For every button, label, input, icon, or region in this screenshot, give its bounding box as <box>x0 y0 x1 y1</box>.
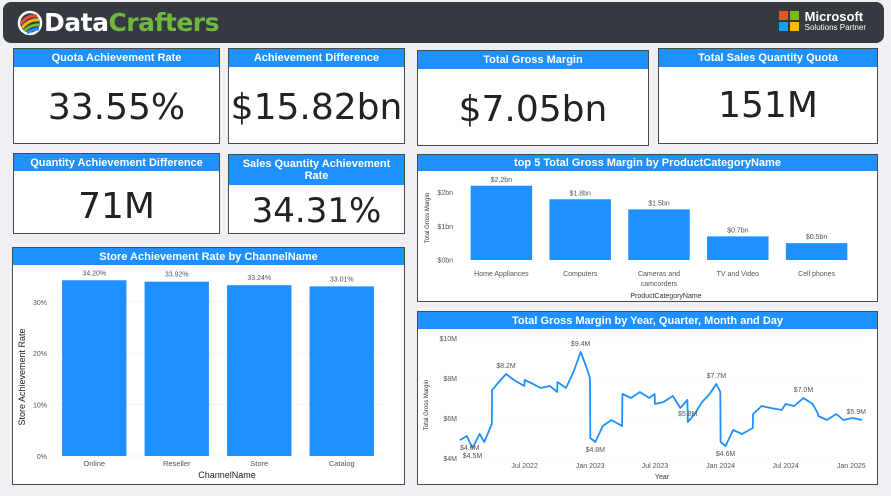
gross-margin-line[interactable] <box>459 351 863 449</box>
y-axis-label: Total Gross Margin <box>425 193 431 243</box>
kpi-value: 151M <box>718 85 818 126</box>
kpi-value: 34.31% <box>251 191 382 231</box>
chart-title: Total Gross Margin by Year, Quarter, Mon… <box>418 312 877 329</box>
kpi-value: 33.55% <box>47 87 186 128</box>
bar-online[interactable] <box>62 280 127 456</box>
x-tick-label: Jul 2023 <box>642 463 669 470</box>
bar-cell-phones[interactable] <box>785 243 848 260</box>
datacrafters-logo: Data Crafters <box>17 9 219 37</box>
x-tick-label: Catalog <box>329 459 355 468</box>
kpi-title: Achievement Difference <box>229 49 404 67</box>
data-label: $4.6M <box>460 445 480 452</box>
data-label: 33.01% <box>330 276 354 283</box>
y-tick-label: $8M <box>443 376 457 383</box>
store-achievement-card: Store Achievement Rate by ChannelName St… <box>12 247 405 485</box>
x-axis-label: ProductCategoryName <box>630 293 701 300</box>
x-tick-label: Jul 2024 <box>772 463 799 470</box>
bar-catalog[interactable] <box>309 286 374 456</box>
kpi-card-quota-achievement-rate: Quota Achievement Rate 33.55% <box>13 48 220 144</box>
x-axis-label: Year <box>655 474 670 481</box>
bar-home-appliances[interactable] <box>470 185 533 260</box>
x-tick-label: Jan 2023 <box>576 463 605 470</box>
data-label: 33.92% <box>165 272 189 279</box>
y-tick-label: $6M <box>443 416 457 423</box>
chart-title: top 5 Total Gross Margin by ProductCateg… <box>418 155 877 171</box>
data-label: $7.7M <box>707 373 727 380</box>
kpi-value: $7.05bn <box>458 89 608 130</box>
x-tick-label: Cell phones <box>798 271 835 278</box>
top5-gross-margin-card: top 5 Total Gross Margin by ProductCateg… <box>417 154 878 302</box>
data-label: $1.5bn <box>648 200 670 207</box>
kpi-title: Total Gross Margin <box>418 51 648 69</box>
kpi-value: $15.82bn <box>230 87 403 128</box>
data-label: $8.2M <box>496 363 516 370</box>
bar-tv-and-video[interactable] <box>707 236 769 260</box>
y-tick-label: 0% <box>37 454 47 461</box>
partner-name: Microsoft <box>804 9 864 24</box>
microsoft-logo-icon <box>778 11 799 31</box>
bar-store[interactable] <box>227 285 292 456</box>
kpi-card-total-sales-quantity-quota: Total Sales Quantity Quota 151M <box>658 48 878 144</box>
kpi-title: Quantity Achievement Difference <box>14 154 219 171</box>
kpi-card-sales-quantity-achievement-rate: Sales Quantity Achievement Rate 34.31% <box>228 154 405 234</box>
bar-cameras-and-camcorders[interactable] <box>628 209 690 260</box>
y-tick-label: $4M <box>443 456 457 463</box>
top5-gross-margin-chart: Total Gross Margin ProductCategoryName $… <box>425 177 848 300</box>
y-axis-label: Store Achievement Rate <box>17 328 27 425</box>
y-tick-label: 30% <box>33 300 47 307</box>
gross-margin-trend-card: Total Gross Margin by Year, Quarter, Mon… <box>417 311 878 485</box>
y-tick-label: 10% <box>33 403 47 410</box>
kpi-card-total-gross-margin: Total Gross Margin $7.05bn <box>417 50 649 146</box>
y-tick-label: $1bn <box>437 224 453 231</box>
data-label: $1.8bn <box>569 190 591 197</box>
header-bar: Data Crafters Microsoft Solutions Partner <box>3 2 884 43</box>
data-label: 34.20% <box>82 270 106 277</box>
kpi-value: 71M <box>78 186 155 227</box>
data-label: $2.2bn <box>491 177 513 184</box>
x-tick-label: Jan 2024 <box>706 463 735 470</box>
store-achievement-chart: Store Achievement Rate ChannelName 0% 10%… <box>17 270 383 480</box>
partner-subtitle: Solutions Partner <box>804 23 866 32</box>
gross-margin-trend-chart: Total Gross Margin Year $4M $6M $8M $10M Jul… <box>424 336 867 481</box>
kpi-title: Sales Quantity Achievement Rate <box>229 155 404 185</box>
x-tick-label: Online <box>83 459 105 468</box>
x-tick-label: Cameras and <box>638 271 680 278</box>
kpi-card-achievement-difference: Achievement Difference $15.82bn <box>228 48 405 144</box>
x-tick-label: camcorders <box>641 281 678 288</box>
logo-text-data: Data <box>44 8 109 37</box>
data-label: $4.5M <box>463 453 483 460</box>
bar-reseller[interactable] <box>144 281 209 456</box>
data-label: $0.7bn <box>727 227 749 234</box>
y-tick-label: $10M <box>439 336 457 343</box>
y-tick-label: $2bn <box>437 190 453 197</box>
kpi-title: Total Sales Quantity Quota <box>659 49 877 67</box>
x-tick-label: Reseller <box>163 459 191 468</box>
data-label: $4.8M <box>586 447 606 454</box>
x-tick-label: Home Appliances <box>474 271 529 278</box>
kpi-card-quantity-achievement-difference: Quantity Achievement Difference 71M <box>13 153 220 234</box>
data-label: $5.8M <box>678 411 698 418</box>
microsoft-partner-badge: Microsoft Solutions Partner <box>778 9 866 32</box>
data-label: $0.5bn <box>806 234 828 241</box>
y-tick-label: 20% <box>33 351 47 358</box>
data-label: $9.4M <box>571 341 591 348</box>
logo-swirl-icon <box>17 10 43 36</box>
data-label: $4.6M <box>716 451 736 458</box>
x-tick-label: Computers <box>563 271 598 278</box>
data-label: $7.0M <box>794 387 814 394</box>
y-tick-label: $0bn <box>437 258 453 265</box>
chart-title: Store Achievement Rate by ChannelName <box>13 248 404 265</box>
data-label: 33.24% <box>247 275 271 282</box>
bar-computers[interactable] <box>549 199 611 260</box>
x-tick-label: TV and Video <box>717 271 759 278</box>
y-axis-label: Total Gross Margin <box>424 380 430 430</box>
data-label: $5.9M <box>847 409 867 416</box>
kpi-title: Quota Achievement Rate <box>14 49 219 67</box>
x-tick-label: Jan 2025 <box>837 463 866 470</box>
x-axis-label: ChannelName <box>198 470 256 480</box>
x-tick-label: Store <box>250 459 268 468</box>
logo-text-crafters: Crafters <box>108 8 219 37</box>
x-tick-label: Jul 2022 <box>511 463 538 470</box>
